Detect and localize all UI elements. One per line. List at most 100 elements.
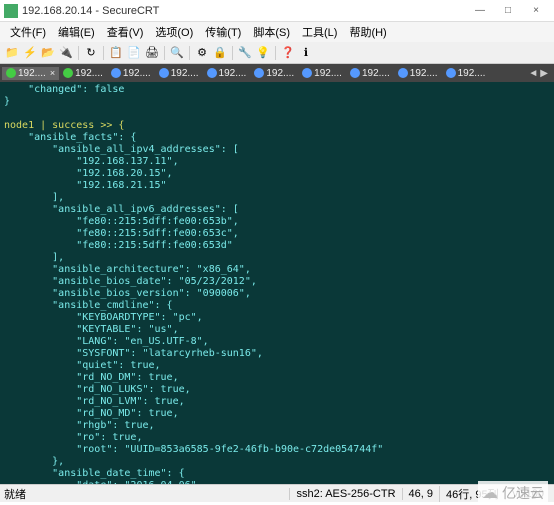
term-line: "rd_NO_DM": true, (4, 372, 179, 383)
tab-session-10[interactable]: 192.... (442, 67, 490, 80)
tab-status-icon (6, 68, 16, 78)
tab-session-7[interactable]: 192.... (298, 67, 346, 80)
toolbar-separator (164, 46, 165, 60)
tab-scroll-arrows: ◄ ▶ (528, 68, 552, 79)
term-line: "root": "UUID=853a6585-9fe2-46fb-b90e-c7… (4, 444, 383, 455)
tab-session-8[interactable]: 192.... (346, 67, 394, 80)
disconnect-icon[interactable]: 🔌 (58, 45, 74, 61)
toolbar-separator (78, 46, 79, 60)
term-line: "ansible_cmdline": { (4, 300, 173, 311)
term-line: "rhgb": true, (4, 420, 155, 431)
tab-label: 192.... (18, 68, 46, 79)
tab-session-4[interactable]: 192.... (155, 67, 203, 80)
quick-connect-icon[interactable]: ⚡ (22, 45, 38, 61)
window-title: 192.168.20.14 - SecureCRT (22, 5, 466, 17)
term-line: } (4, 96, 10, 107)
status-ready: 就绪 (4, 486, 34, 502)
title-bar: 192.168.20.14 - SecureCRT — □ × (0, 0, 554, 22)
tools-icon[interactable]: 🔧 (237, 45, 253, 61)
term-line: "rd_NO_LUKS": true, (4, 384, 191, 395)
tab-session-3[interactable]: 192.... (107, 67, 155, 80)
term-line: "fe80::215:5dff:fe00:653c", (4, 228, 239, 239)
term-line: ], (4, 192, 64, 203)
cloud-icon: ☁ (482, 483, 498, 503)
menu-options[interactable]: 选项(O) (149, 22, 199, 42)
term-line: "rd_NO_LVM": true, (4, 396, 185, 407)
print-icon[interactable]: 🖨 (144, 45, 160, 61)
tab-label: 192.... (362, 68, 390, 79)
term-line: "ansible_architecture": "x86_64", (4, 264, 251, 275)
tab-label: 192.... (219, 68, 247, 79)
minimize-button[interactable]: — (466, 1, 494, 21)
term-line: "ansible_date_time": { (4, 468, 185, 479)
menu-transfer[interactable]: 传输(T) (199, 22, 247, 42)
lock-icon[interactable]: 🔒 (212, 45, 228, 61)
term-line: "ansible_facts": { (4, 132, 136, 143)
reconnect-icon[interactable]: ↻ (83, 45, 99, 61)
find-icon[interactable]: 🔍 (169, 45, 185, 61)
copy-icon[interactable]: 📋 (108, 45, 124, 61)
tab-close-icon[interactable]: × (50, 68, 55, 78)
term-line: }, (4, 456, 64, 467)
help-icon[interactable]: ❓ (280, 45, 296, 61)
close-button[interactable]: × (522, 1, 550, 21)
tab-status-icon (63, 68, 73, 78)
term-line: "fe80::215:5dff:fe00:653b", (4, 216, 239, 227)
tab-status-icon (446, 68, 456, 78)
tab-right-arrow-icon[interactable]: ▶ (540, 68, 548, 79)
tab-status-icon (159, 68, 169, 78)
tab-status-icon (302, 68, 312, 78)
tab-session-2[interactable]: 192.... (59, 67, 107, 80)
menu-edit[interactable]: 编辑(E) (52, 22, 101, 42)
term-line: "192.168.20.15", (4, 168, 173, 179)
watermark-text: 亿速云 (502, 483, 544, 503)
term-line: "ansible_bios_date": "05/23/2012", (4, 276, 257, 287)
term-line: "ro": true, (4, 432, 142, 443)
tab-label: 192.... (171, 68, 199, 79)
app-icon (4, 4, 18, 18)
tab-status-icon (254, 68, 264, 78)
tab-bar: 192.... × 192.... 192.... 192.... 192...… (0, 64, 554, 82)
term-line: "SYSFONT": "latarcyrheb-sun16", (4, 348, 263, 359)
menu-bar: 文件(F) 编辑(E) 查看(V) 选项(O) 传输(T) 脚本(S) 工具(L… (0, 22, 554, 42)
tab-label: 192.... (458, 68, 486, 79)
lightbulb-icon[interactable]: 💡 (255, 45, 271, 61)
term-line: ], (4, 252, 64, 263)
term-line: "ansible_bios_version": "090006", (4, 288, 251, 299)
status-bar: 就绪 ssh2: AES-256-CTR 46, 9 46行, 95列 VT10… (0, 484, 554, 502)
term-line: "LANG": "en_US.UTF-8", (4, 336, 209, 347)
toolbar-separator (232, 46, 233, 60)
about-icon[interactable]: ℹ (298, 45, 314, 61)
tab-label: 192.... (410, 68, 438, 79)
term-line: "KEYTABLE": "us", (4, 324, 179, 335)
menu-file[interactable]: 文件(F) (4, 22, 52, 42)
tab-status-icon (398, 68, 408, 78)
session-options-icon[interactable]: ⚙ (194, 45, 210, 61)
tab-active[interactable]: 192.... × (2, 67, 59, 80)
toolbar-separator (189, 46, 190, 60)
paste-icon[interactable]: 📄 (126, 45, 142, 61)
term-line: "quiet": true, (4, 360, 161, 371)
window-controls: — □ × (466, 1, 550, 21)
menu-script[interactable]: 脚本(S) (247, 22, 296, 42)
tab-label: 192.... (123, 68, 151, 79)
tab-status-icon (350, 68, 360, 78)
folder-icon[interactable]: 📂 (40, 45, 56, 61)
tab-session-9[interactable]: 192.... (394, 67, 442, 80)
connect-icon[interactable]: 📁 (4, 45, 20, 61)
term-line: "KEYBOARDTYPE": "pc", (4, 312, 203, 323)
maximize-button[interactable]: □ (494, 1, 522, 21)
status-position: 46, 9 (402, 488, 439, 500)
menu-tools[interactable]: 工具(L) (296, 22, 343, 42)
terminal-output[interactable]: "changed": false } node1 | success >> { … (0, 82, 554, 484)
tab-left-arrow-icon[interactable]: ◄ (528, 68, 538, 79)
menu-help[interactable]: 帮助(H) (343, 22, 392, 42)
term-line: "ansible_all_ipv6_addresses": [ (4, 204, 239, 215)
menu-view[interactable]: 查看(V) (101, 22, 150, 42)
tab-status-icon (111, 68, 121, 78)
tab-session-5[interactable]: 192.... (203, 67, 251, 80)
tab-session-6[interactable]: 192.... (250, 67, 298, 80)
term-line: "date": "2016-04-06", (4, 480, 203, 484)
term-line: "changed": false (4, 84, 124, 95)
toolbar: 📁 ⚡ 📂 🔌 ↻ 📋 📄 🖨 🔍 ⚙ 🔒 🔧 💡 ❓ ℹ (0, 42, 554, 64)
